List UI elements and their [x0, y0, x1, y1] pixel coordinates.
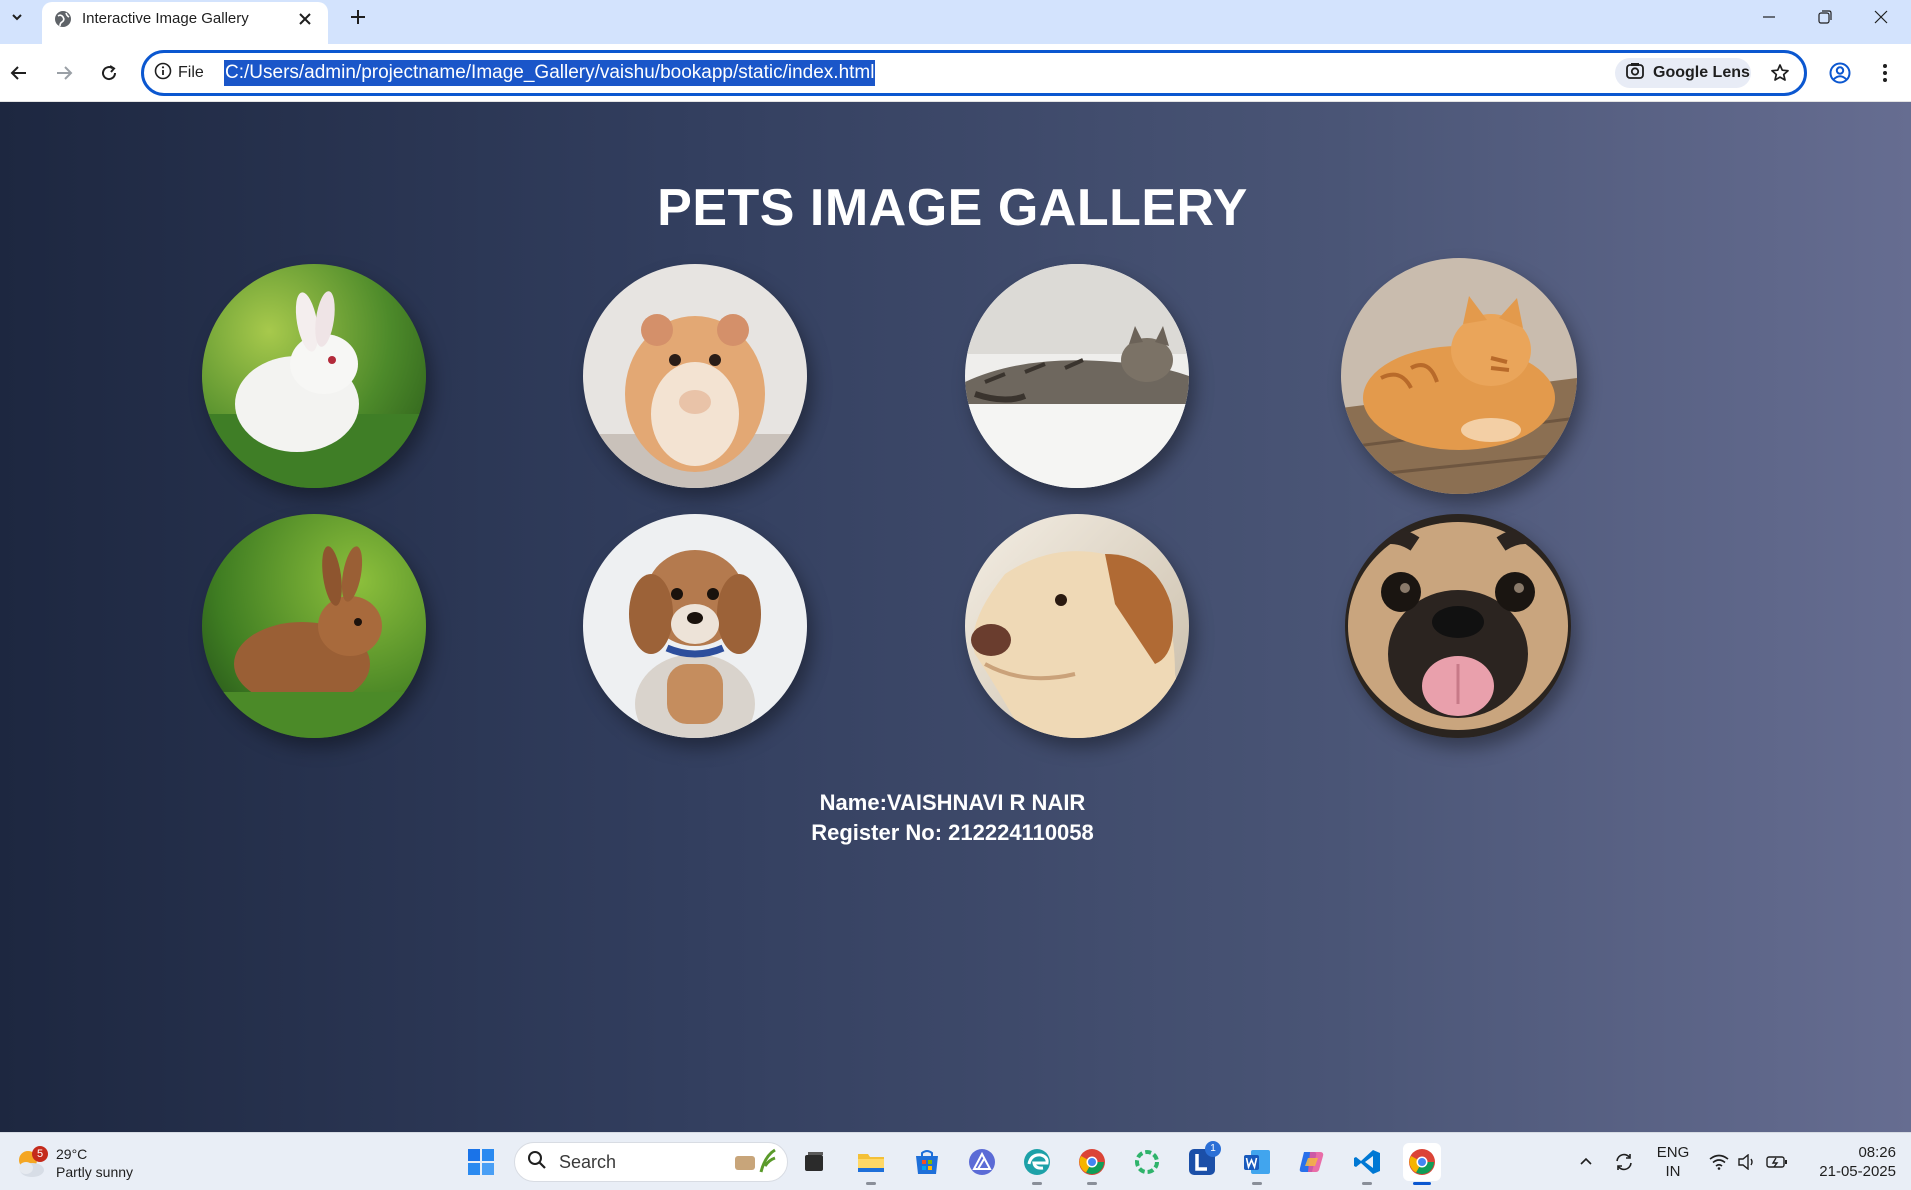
wifi-icon[interactable]	[1706, 1143, 1732, 1181]
pet-image-white-rabbit[interactable]	[202, 264, 426, 488]
page-content: PETS IMAGE GALLERY Name:VAISHNAVI R NAIR…	[0, 102, 1911, 1132]
forward-arrow-icon[interactable]	[49, 58, 79, 88]
microsoft-store-icon[interactable]	[908, 1143, 946, 1181]
weather-temp: 29°C	[56, 1146, 88, 1162]
volume-icon[interactable]	[1734, 1143, 1758, 1181]
file-explorer-icon[interactable]	[852, 1143, 890, 1185]
pet-image-brown-rabbit[interactable]	[202, 514, 426, 738]
language-indicator[interactable]: ENG IN	[1648, 1143, 1698, 1181]
pet-image-tabby-cat[interactable]	[965, 264, 1189, 488]
weather-desc: Partly sunny	[56, 1164, 134, 1180]
back-arrow-icon[interactable]	[4, 58, 34, 88]
search-label: Search	[559, 1151, 617, 1172]
chevron-up-icon[interactable]	[1572, 1143, 1600, 1181]
battery-icon[interactable]	[1764, 1143, 1790, 1181]
tab-title: Interactive Image Gallery	[82, 10, 249, 27]
weather-widget[interactable]: 5 29°C Partly sunny	[14, 1141, 133, 1185]
address-bar[interactable]: File C:/Users/admin/projectname/Image_Ga…	[141, 50, 1807, 96]
partly-sunny-icon: 5	[14, 1146, 48, 1180]
restore-icon[interactable]	[1797, 0, 1853, 34]
lens-l-app-icon[interactable]: 1	[1183, 1141, 1221, 1181]
site-info-chip[interactable]: File	[154, 61, 204, 85]
task-view-icon[interactable]	[795, 1143, 833, 1181]
delta-app-icon[interactable]	[963, 1143, 1001, 1181]
clock[interactable]: 08:26 21-05-2025	[1800, 1143, 1896, 1181]
pet-image-hamster[interactable]	[583, 264, 807, 488]
credits: Name:VAISHNAVI R NAIR Register No: 21222…	[0, 788, 1905, 848]
sync-icon[interactable]	[1610, 1143, 1638, 1181]
search-highlight-icon	[731, 1146, 777, 1179]
google-lens-button[interactable]: Google Lens	[1615, 58, 1751, 88]
clock-date: 21-05-2025	[1819, 1163, 1896, 1180]
bookmark-star-icon[interactable]	[1766, 59, 1794, 87]
kebab-menu-icon[interactable]	[1870, 58, 1900, 88]
reload-icon[interactable]	[94, 58, 124, 88]
register-number: Register No: 212224110058	[811, 820, 1094, 845]
search-icon	[527, 1150, 547, 1175]
new-tab-plus-icon[interactable]	[346, 5, 370, 29]
chrome-icon[interactable]	[1403, 1143, 1441, 1185]
language-code: ENG	[1656, 1144, 1690, 1161]
tab-strip: Interactive Image Gallery	[0, 0, 1911, 44]
windows-start-icon[interactable]	[462, 1143, 500, 1181]
word-icon[interactable]	[1238, 1143, 1276, 1185]
lens-label: Google Lens	[1653, 64, 1750, 81]
clock-time: 08:26	[1858, 1144, 1896, 1161]
region-code: IN	[1665, 1163, 1681, 1180]
pet-image-labrador[interactable]	[965, 514, 1189, 738]
profile-icon[interactable]	[1825, 58, 1855, 88]
weather-badge: 5	[32, 1146, 48, 1162]
window-close-icon[interactable]	[1853, 0, 1909, 34]
close-icon[interactable]	[294, 8, 316, 30]
info-icon	[154, 62, 172, 85]
taskbar: 5 29°C Partly sunny Search 1 ENG IN 08:2…	[0, 1132, 1911, 1190]
vscode-icon[interactable]	[1348, 1143, 1386, 1185]
browser-toolbar: File C:/Users/admin/projectname/Image_Ga…	[0, 44, 1911, 102]
site-label: File	[178, 64, 204, 81]
edge-icon[interactable]	[1018, 1143, 1056, 1185]
lens-icon	[1625, 61, 1645, 86]
globe-icon	[54, 10, 72, 28]
notification-count: 1	[1205, 1141, 1221, 1157]
chrome-profile-icon[interactable]	[1073, 1143, 1111, 1185]
page-title: PETS IMAGE GALLERY	[657, 179, 1248, 237]
pet-image-fluffy-dog[interactable]	[583, 514, 807, 738]
pet-image-orange-cat[interactable]	[1341, 258, 1577, 494]
minimize-icon[interactable]	[1741, 0, 1797, 34]
tab-search-chevron-icon[interactable]	[6, 6, 28, 28]
student-name: Name:VAISHNAVI R NAIR	[819, 790, 1086, 815]
pet-image-pug[interactable]	[1345, 514, 1571, 738]
tab-active[interactable]: Interactive Image Gallery	[42, 2, 328, 44]
url-text[interactable]: C:/Users/admin/projectname/Image_Gallery…	[224, 60, 876, 86]
loading-ring-icon[interactable]	[1128, 1143, 1166, 1181]
copilot-icon[interactable]	[1293, 1143, 1331, 1181]
taskbar-search[interactable]: Search	[514, 1142, 788, 1182]
